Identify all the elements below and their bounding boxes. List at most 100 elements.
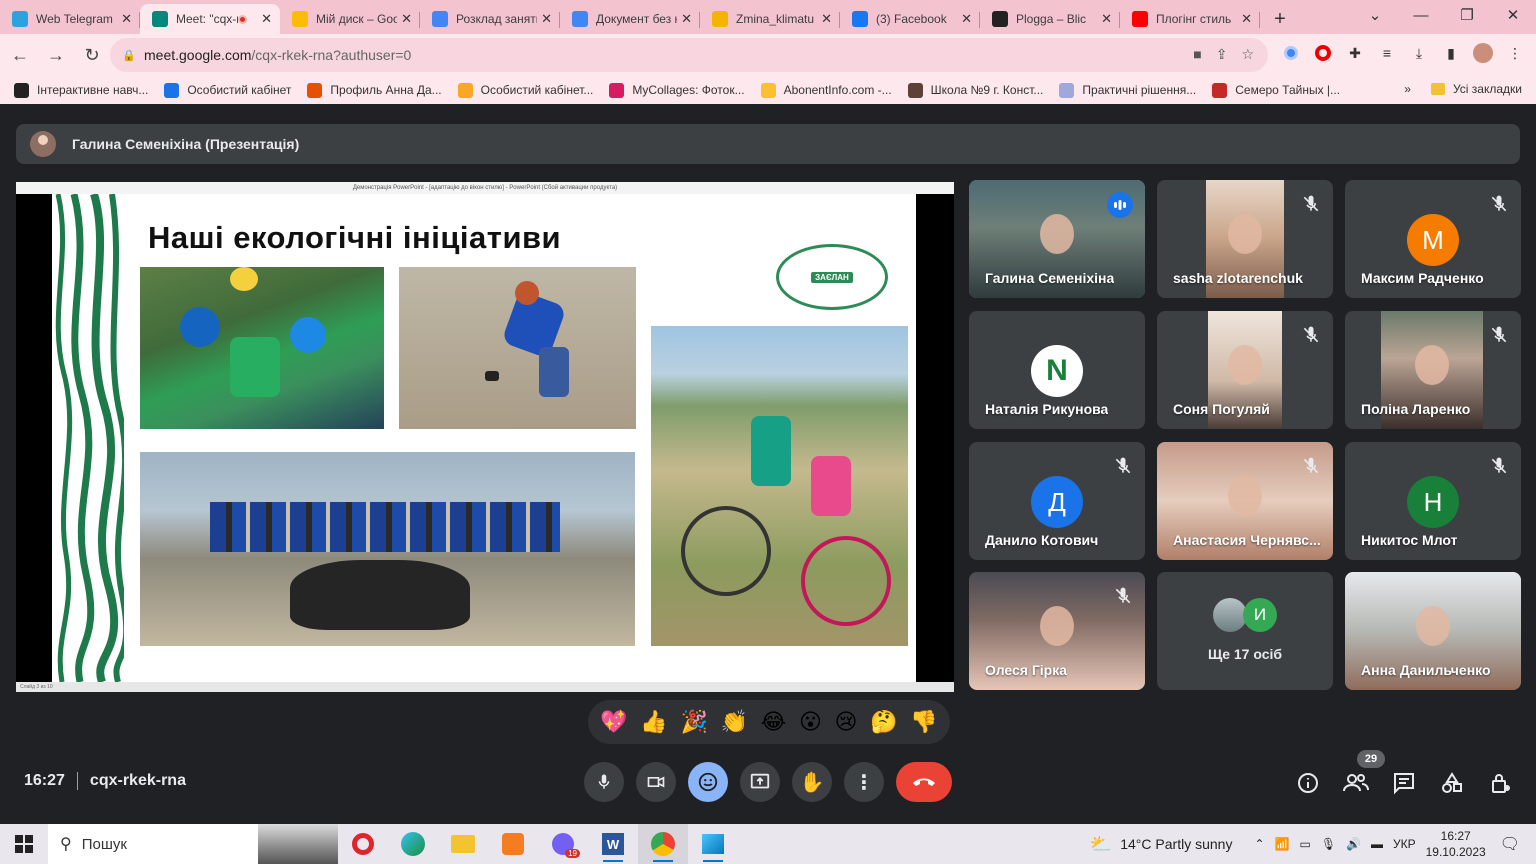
reaction-emoji-button[interactable]: 👏 [721,709,748,735]
language-indicator[interactable]: УКР [1393,837,1416,851]
participant-tile[interactable]: N Наталія Рикунова [969,311,1145,429]
participant-tile[interactable]: Олеся Гірка [969,572,1145,690]
reaction-emoji-button[interactable]: 😮 [799,709,822,735]
close-window-button[interactable]: ✕ [1490,0,1536,30]
browser-tab[interactable]: Zmina_klimatu ✕ [700,4,840,34]
taskbar-chrome[interactable] [638,824,688,864]
show-hidden-icons[interactable]: ⌃ [1254,837,1264,851]
extension-icon-blue[interactable] [1280,42,1302,64]
reaction-emoji-button[interactable]: 👎 [910,709,937,735]
bookmark-star-icon[interactable]: ☆ [1241,46,1254,63]
meet-tray-icon[interactable]: ▭ [1299,837,1310,851]
opera-icon[interactable] [1312,42,1334,64]
bookmarks-overflow-button[interactable]: » [1404,82,1411,96]
bookmark-item[interactable]: Практичні рішення... [1059,82,1196,98]
taskbar-search[interactable]: ⚲ Пошук [48,824,338,864]
raise-hand-button[interactable]: ✋ [792,762,832,802]
taskbar-opera[interactable] [338,824,388,864]
browser-tab[interactable]: Web Telegram ✕ [0,4,140,34]
reaction-emoji-button[interactable]: 👍 [640,709,667,735]
participant-tile[interactable]: Поліна Ларенко [1345,311,1521,429]
more-options-button[interactable]: ⋮ [844,762,884,802]
chat-button[interactable] [1391,770,1417,796]
browser-tab[interactable]: Мій диск – Google Диск✕ [280,4,420,34]
download-icon[interactable]: ⤓ [1408,42,1430,64]
participant-tile[interactable]: Галина Семеніхіна [969,180,1145,298]
clock-date[interactable]: 16:27 19.10.2023 [1426,828,1486,860]
reaction-emoji-button[interactable]: 😂 [761,709,787,735]
taskbar-app-orange[interactable] [488,824,538,864]
all-bookmarks-link[interactable]: Усі закладки [1453,82,1522,96]
close-tab-icon[interactable]: ✕ [261,11,272,27]
reaction-emoji-button[interactable]: 😢 [835,709,858,735]
forward-button[interactable]: → [40,39,72,71]
bookmark-item[interactable]: Профиль Анна Да... [307,82,442,98]
side-panel-icon[interactable]: ▮ [1440,42,1462,64]
maximize-button[interactable]: ❐ [1444,0,1490,30]
close-tab-icon[interactable]: ✕ [1241,11,1252,27]
tab-search-icon[interactable]: ⌄ [1352,0,1398,30]
participant-tile[interactable]: Анастасия Чернявс... [1157,442,1333,560]
profile-avatar[interactable] [1472,42,1494,64]
bookmark-item[interactable]: MyCollages: Фоток... [609,82,745,98]
mic-button[interactable] [584,762,624,802]
new-tab-button[interactable]: + [1260,4,1300,34]
volume-icon[interactable]: 🔊 [1346,837,1361,851]
minimize-button[interactable]: — [1398,0,1444,30]
present-button[interactable] [740,762,780,802]
share-icon[interactable]: ⇪ [1216,46,1228,63]
start-button[interactable] [0,824,48,864]
close-tab-icon[interactable]: ✕ [681,11,692,27]
reaction-emoji-button[interactable]: 🤔 [870,709,897,735]
meeting-details-button[interactable] [1295,770,1321,796]
participant-tile[interactable]: Соня Погуляй [1157,311,1333,429]
close-tab-icon[interactable]: ✕ [961,11,972,27]
bookmark-item[interactable]: Інтерактивне навч... [14,82,148,98]
media-control-icon[interactable]: ≡ [1376,42,1398,64]
reload-button[interactable]: ↻ [76,39,108,71]
bookmark-item[interactable]: Особистий кабінет [164,82,291,98]
participant-tile[interactable]: И Ще 17 осіб [1157,572,1333,690]
bookmark-item[interactable]: Семеро Тайных |... [1212,82,1340,98]
taskbar-explorer[interactable] [438,824,488,864]
browser-tab[interactable]: Meet: "cqx-rkek-rna" ✕ [140,4,280,34]
camera-icon[interactable]: ■ [1193,46,1201,63]
mic-tray-icon[interactable]: 🎙 [1321,837,1336,851]
address-bar[interactable]: 🔒 meet.google.com/cqx-rkek-rna?authuser=… [110,38,1268,72]
taskbar-word[interactable]: W [588,824,638,864]
close-tab-icon[interactable]: ✕ [121,11,132,27]
bookmark-item[interactable]: Школа №9 г. Конст... [907,82,1043,98]
activities-button[interactable] [1439,770,1465,796]
kebab-menu-icon[interactable]: ⋮ [1504,42,1526,64]
close-tab-icon[interactable]: ✕ [1101,11,1112,27]
people-button[interactable] [1343,770,1369,796]
leave-call-button[interactable] [896,762,952,802]
browser-tab[interactable]: Plogga – Blic ✕ [980,4,1120,34]
participant-tile[interactable]: М Максим Радченко [1345,180,1521,298]
close-tab-icon[interactable]: ✕ [541,11,552,27]
browser-tab[interactable]: Плогінг стиль ✕ [1120,4,1260,34]
participant-tile[interactable]: Д Данило Котович [969,442,1145,560]
extensions-puzzle-icon[interactable]: ✚ [1344,42,1366,64]
close-tab-icon[interactable]: ✕ [401,11,412,27]
camera-button[interactable] [636,762,676,802]
bookmark-item[interactable]: Особистий кабінет... [457,82,593,98]
browser-tab[interactable]: Розклад занять ✕ [420,4,560,34]
reaction-emoji-button[interactable]: 🎉 [680,709,707,735]
host-controls-button[interactable] [1487,770,1513,796]
taskbar-viber[interactable]: 19 [538,824,588,864]
emoji-reaction-button[interactable] [688,762,728,802]
weather-widget[interactable]: ⛅ 14°C Partly sunny [1090,834,1233,855]
bookmark-item[interactable]: AbonentInfo.com -... [760,82,892,98]
browser-tab[interactable]: Документ без назви ✕ [560,4,700,34]
participant-tile[interactable]: Н Никитос Млот [1345,442,1521,560]
battery-icon[interactable]: ▬ [1371,837,1383,851]
reaction-emoji-button[interactable]: 💖 [600,709,627,735]
back-button[interactable]: ← [4,39,36,71]
notifications-icon[interactable]: 🗨 [1500,834,1520,854]
close-tab-icon[interactable]: ✕ [821,11,832,27]
browser-tab[interactable]: (3) Facebook ✕ [840,4,980,34]
network-icon[interactable]: 📶 [1275,837,1290,851]
taskbar-photos[interactable] [688,824,738,864]
participant-tile[interactable]: sasha zlotarenchuk [1157,180,1333,298]
